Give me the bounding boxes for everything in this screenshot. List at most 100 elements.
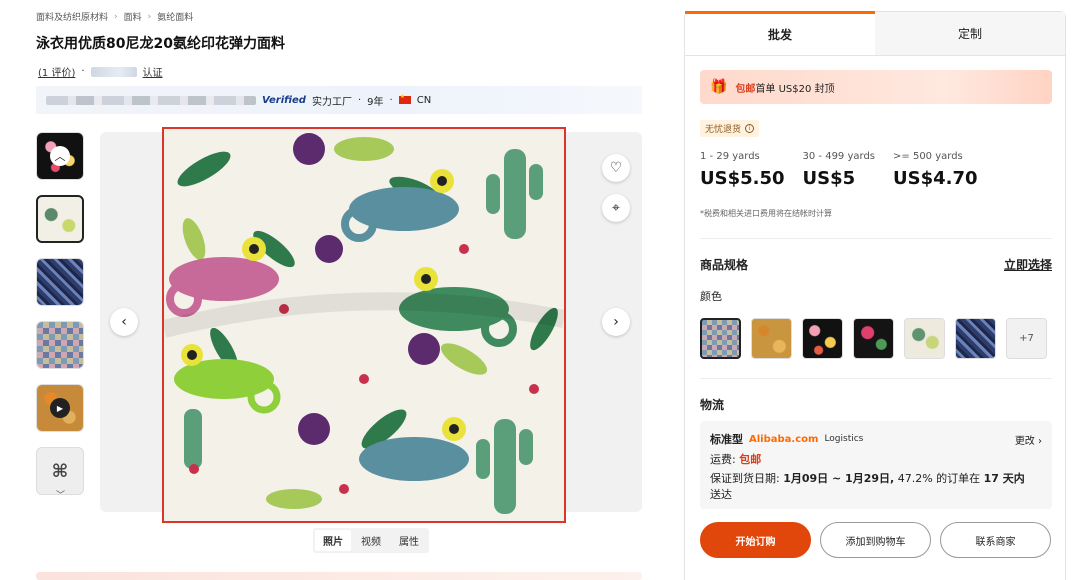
chevron-right-icon: ›	[613, 314, 619, 330]
start-order-button[interactable]: 开始订购	[700, 522, 811, 558]
divider	[700, 238, 1052, 239]
change-label: 更改	[1014, 435, 1035, 447]
image-search-button[interactable]: ⌖	[602, 194, 630, 222]
supplier-country: CN	[416, 94, 432, 106]
easy-return-badge[interactable]: 无忧退货 i	[700, 120, 760, 137]
color-swatch[interactable]	[955, 318, 996, 359]
promo-strip	[36, 572, 642, 580]
price-tiers: 1 - 29 yards US$5.50 30 - 499 yards US$5…	[700, 151, 996, 189]
free-shipping-banner: 🎁 包邮首单 US$20 封顶	[700, 70, 1052, 104]
logistics-service: Logistics	[824, 434, 864, 444]
spec-header: 商品规格 立即选择	[700, 256, 1052, 273]
delivery-date-range: 1月09日 ~ 1月29日,	[783, 472, 895, 485]
blurred-badge	[90, 66, 137, 77]
price-tier: 1 - 29 yards US$5.50	[700, 151, 785, 189]
main-product-image[interactable]	[162, 127, 566, 523]
supplier-bar[interactable]: Verified 实力工厂 · 9年 · CN	[36, 86, 642, 114]
thumbnail[interactable]	[36, 321, 84, 369]
breadcrumb-item[interactable]: 氨纶面料	[157, 10, 193, 23]
supplier-years: 9年	[367, 96, 384, 108]
breadcrumb-item[interactable]: 面料及纺织原材料	[36, 10, 108, 23]
easy-return-label: 无忧退货	[705, 125, 742, 135]
action-buttons: 开始订购 添加到购物车 联系商家	[700, 522, 1051, 558]
thumbnail-selected[interactable]	[36, 195, 84, 243]
tier-range: 30 - 499 yards	[802, 151, 876, 162]
alibaba-logo: Alibaba.com	[749, 433, 819, 445]
color-swatch[interactable]	[802, 318, 843, 359]
tier-price: US$5.50	[700, 168, 785, 189]
logistics-box: 标准型 Alibaba.com Logistics 更改 › 运费: 包邮 保证…	[700, 421, 1052, 509]
price-tier: 30 - 499 yards US$5	[803, 151, 876, 189]
heart-icon: ♡	[609, 160, 623, 176]
tab-wholesale[interactable]: 批发	[685, 11, 875, 55]
chevron-up-icon[interactable]: ︿	[50, 146, 70, 166]
tier-range: 1 - 29 yards	[700, 151, 760, 162]
logistics-line: 标准型 Alibaba.com Logistics 更改 ›	[710, 431, 1042, 447]
guarantee-label: 保证到货日期:	[710, 472, 780, 485]
color-swatch[interactable]	[853, 318, 894, 359]
china-flag-icon	[398, 93, 411, 104]
blurred-supplier-name	[46, 95, 256, 105]
rating-row: (1 评价) · 认证	[38, 64, 163, 79]
chevron-left-icon: ‹	[121, 314, 127, 330]
product-title: 泳衣用优质80尼龙20氨纶印花弹力面料	[36, 36, 285, 52]
tab-customize[interactable]: 定制	[875, 12, 1065, 55]
dot-separator: ·	[81, 66, 85, 77]
chevron-right-icon: ›	[1038, 435, 1042, 447]
shipping-fee-label: 运费:	[710, 453, 736, 466]
gift-icon: 🎁	[710, 79, 728, 95]
play-icon[interactable]: ▶	[50, 398, 70, 418]
dot-separator: ·	[357, 94, 362, 106]
media-tabs: 照片 视频 属性	[313, 528, 429, 553]
delivery-guarantee: 保证到货日期: 1月09日 ~ 1月29日, 47.2% 的订单在 17 天内 …	[710, 471, 1042, 503]
color-swatch[interactable]	[904, 318, 945, 359]
tier-range: >= 500 yards	[893, 151, 963, 162]
spec-title: 商品规格	[700, 258, 749, 272]
shipping-fee-value: 包邮	[739, 453, 762, 466]
reviews-link[interactable]: (1 评价)	[38, 64, 75, 79]
supplier-type: 实力工厂	[311, 96, 352, 108]
purchase-tabs: 批发 定制	[685, 11, 1065, 56]
shipping-fee-line: 运费: 包邮	[710, 451, 1042, 467]
purchase-panel: 批发 定制 🎁 包邮首单 US$20 封顶 无忧退货 i 1 - 29 yard…	[684, 11, 1066, 580]
breadcrumb: 面料及纺织原材料 › 面料 › 氨纶面料	[36, 10, 193, 24]
fabric-pattern-illustration	[164, 129, 564, 521]
previous-image-button[interactable]: ‹	[110, 308, 138, 336]
tab-photos[interactable]: 照片	[315, 530, 351, 551]
chevron-right-icon: ›	[114, 11, 118, 22]
divider	[700, 378, 1052, 379]
promo-text: 首单 US$20 封顶	[755, 83, 835, 95]
info-icon[interactable]: i	[745, 124, 755, 133]
certification-link[interactable]: 认证	[143, 64, 163, 79]
promo-highlight: 包邮	[735, 83, 756, 95]
delivery-days: 17 天内	[983, 472, 1025, 485]
color-label: 颜色	[700, 290, 722, 303]
chevron-down-icon[interactable]: ﹀	[56, 488, 65, 501]
change-shipping-link[interactable]: 更改 ›	[1015, 432, 1042, 447]
thumbnail-list: ︿ ▶ ⌘	[36, 132, 84, 510]
thumbnail[interactable]: ︿	[36, 132, 84, 180]
chevron-right-icon: ›	[147, 11, 152, 22]
logistics-title: 物流	[700, 398, 725, 412]
more-colors-button[interactable]: +7	[1006, 318, 1047, 359]
color-swatch-selected[interactable]	[700, 318, 741, 359]
delivery-tail: 送达	[710, 488, 732, 501]
next-image-button[interactable]: ›	[602, 308, 630, 336]
breadcrumb-item[interactable]: 面料	[124, 10, 142, 23]
contact-supplier-button[interactable]: 联系商家	[940, 522, 1051, 558]
tier-price: US$4.70	[893, 168, 978, 189]
tab-video[interactable]: 视频	[353, 530, 389, 551]
size-chart-icon: ⌘	[51, 460, 69, 482]
tier-price: US$5	[802, 168, 856, 189]
tab-attributes[interactable]: 属性	[391, 530, 427, 551]
thumbnail-video[interactable]: ▶	[36, 384, 84, 432]
dot-separator: ·	[389, 94, 393, 106]
select-now-link[interactable]: 立即选择	[1004, 256, 1052, 273]
image-search-icon: ⌖	[612, 200, 620, 216]
thumbnail[interactable]	[36, 258, 84, 306]
price-tier: >= 500 yards US$4.70	[893, 151, 978, 189]
favorite-button[interactable]: ♡	[602, 154, 630, 182]
add-to-cart-button[interactable]: 添加到购物车	[820, 522, 931, 558]
tax-note: *税费和相关进口费用将在结帐时计算	[700, 209, 832, 218]
color-swatch[interactable]	[751, 318, 792, 359]
